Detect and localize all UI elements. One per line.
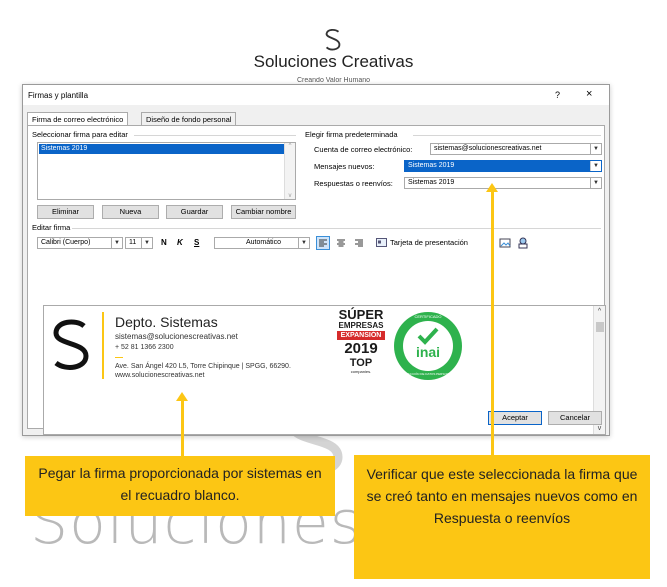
business-card-icon: [376, 238, 387, 247]
delete-button[interactable]: Eliminar: [37, 205, 94, 219]
inai-badge: CERTIFICADO inai PROTECCIÓN DE DATOS PER…: [394, 312, 462, 380]
callout-verify-signature: Verificar que este seleccionada la firma…: [354, 455, 650, 579]
checkmark-icon: [417, 327, 439, 345]
signatures-dialog: Firmas y plantilla ? × Firma de correo e…: [22, 84, 610, 436]
account-label: Cuenta de correo electrónico:: [314, 145, 413, 154]
inai-ring-text: PROTECCIÓN DE DATOS PERSONALES: [399, 372, 457, 376]
replies-select[interactable]: Sistemas 2019 ▼: [404, 177, 602, 189]
callout-paste-signature: Pegar la firma proporcionada por sistema…: [25, 456, 335, 516]
signature-list-item[interactable]: Sistemas 2019: [39, 144, 284, 154]
signature-divider: [102, 312, 104, 379]
save-button[interactable]: Guardar: [166, 205, 223, 219]
signature-email: sistemas@solucionescreativas.net: [115, 332, 238, 341]
new-button-label: Nueva: [119, 207, 142, 216]
font-value: Calibri (Cuerpo): [41, 239, 91, 246]
dialog-title: Firmas y plantilla: [28, 91, 89, 100]
brand-name: Soluciones Creativas: [253, 52, 414, 71]
business-card-label: Tarjeta de presentación: [390, 238, 468, 247]
replies-label: Respuestas o reenvíos:: [314, 179, 393, 188]
chevron-down-icon[interactable]: ▼: [298, 238, 309, 248]
new-messages-label: Mensajes nuevos:: [314, 162, 375, 171]
insert-hyperlink-icon[interactable]: [517, 237, 529, 249]
signature-list[interactable]: Sistemas 2019 ^ v: [37, 142, 296, 200]
select-signature-label: Seleccionar firma para editar: [32, 130, 128, 139]
business-card-button[interactable]: Tarjeta de presentación: [376, 237, 496, 249]
arrow-line-right: [490, 191, 494, 455]
badge-top: TOP: [349, 357, 373, 369]
cancel-button[interactable]: Cancelar: [548, 411, 602, 425]
new-messages-select[interactable]: Sistemas 2019 ▼: [404, 160, 602, 172]
brand-tagline: Creando Valor Humano: [296, 77, 371, 84]
signature-accent-line: [115, 357, 123, 358]
save-button-label: Guardar: [180, 207, 209, 216]
badge-companies: companies.: [350, 369, 372, 374]
align-right-button[interactable]: [352, 236, 366, 250]
tab-personal-stationery[interactable]: Diseño de fondo personal: [141, 112, 237, 126]
rename-button[interactable]: Cambiar nombre: [231, 205, 296, 219]
insert-picture-icon[interactable]: [499, 237, 511, 249]
signature-name: Depto. Sistemas: [115, 314, 218, 330]
signature-phone: + 52 81 1366 2300: [115, 344, 174, 351]
signature-address: Ave. San Ángel 420 L5, Torre Chipinque |…: [115, 363, 291, 370]
chevron-down-icon[interactable]: ▼: [111, 238, 122, 248]
inai-certificado: CERTIFICADO: [414, 314, 442, 319]
align-center-icon: [337, 239, 345, 247]
align-center-button[interactable]: [334, 236, 348, 250]
company-logo-icon: [53, 319, 89, 370]
underline-button[interactable]: S: [194, 238, 199, 247]
default-signature-label: Elegir firma predeterminada: [305, 130, 398, 139]
scroll-up-icon[interactable]: ^: [285, 143, 295, 149]
chevron-down-icon[interactable]: ▼: [141, 238, 152, 248]
tab-email-signature[interactable]: Firma de correo electrónico: [27, 112, 129, 126]
edit-signature-label: Editar firma: [32, 223, 71, 232]
badge-super: SÚPER: [338, 307, 384, 322]
close-icon[interactable]: ×: [586, 88, 592, 100]
chevron-down-icon[interactable]: ▼: [590, 178, 601, 188]
inai-text: inai: [415, 344, 441, 360]
account-select[interactable]: sistemas@solucionescreativas.net ▼: [430, 143, 602, 155]
group-divider: [413, 135, 601, 136]
italic-button[interactable]: K: [177, 238, 183, 247]
scroll-up-icon[interactable]: ^: [594, 308, 605, 315]
font-select[interactable]: Calibri (Cuerpo) ▼: [37, 237, 123, 249]
badge-empresas: EMPRESAS: [338, 321, 384, 330]
delete-button-label: Eliminar: [51, 207, 80, 216]
new-button[interactable]: Nueva: [102, 205, 159, 219]
align-right-icon: [355, 239, 363, 247]
scrollbar-thumb[interactable]: [596, 322, 604, 332]
tab-panel: Seleccionar firma para editar Sistemas 2…: [27, 125, 606, 435]
list-scrollbar[interactable]: ^ v: [284, 143, 295, 199]
font-size-select[interactable]: 11 ▼: [125, 237, 153, 249]
font-color-select[interactable]: Automático ▼: [214, 237, 310, 249]
chevron-down-icon[interactable]: ▼: [590, 161, 601, 171]
signature-website: www.solucionescreativas.net: [115, 372, 205, 379]
dialog-titlebar: [23, 85, 609, 105]
scroll-down-icon[interactable]: v: [594, 425, 605, 432]
brand-logo-icon: [325, 28, 341, 51]
account-value: sistemas@solucionescreativas.net: [434, 145, 542, 152]
align-left-button[interactable]: [316, 236, 330, 250]
scroll-down-icon[interactable]: v: [285, 193, 295, 199]
badge-expansion: EXPANSIÓN: [337, 331, 385, 340]
align-left-icon: [319, 239, 327, 247]
font-size-value: 11: [129, 239, 137, 246]
new-messages-value: Sistemas 2019: [408, 162, 455, 169]
accept-button[interactable]: Aceptar: [488, 411, 542, 425]
group-divider: [134, 135, 296, 136]
rename-button-label: Cambiar nombre: [235, 207, 292, 216]
bold-button[interactable]: N: [161, 238, 167, 247]
chevron-down-icon[interactable]: ▼: [590, 144, 601, 154]
badge-year: 2019: [344, 340, 378, 357]
accept-button-label: Aceptar: [502, 413, 528, 422]
font-color-value: Automático: [245, 239, 282, 246]
super-empresas-badge: SÚPER EMPRESAS EXPANSIÓN 2019 TOP compan…: [334, 308, 388, 382]
arrow-line-left: [180, 400, 184, 457]
cancel-button-label: Cancelar: [559, 413, 590, 422]
help-button[interactable]: ?: [555, 90, 560, 100]
group-divider: [72, 228, 601, 229]
replies-value: Sistemas 2019: [408, 179, 455, 186]
